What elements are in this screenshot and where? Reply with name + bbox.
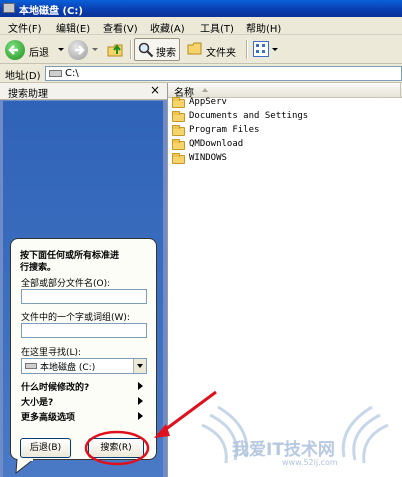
- dropdown-button[interactable]: [133, 359, 146, 373]
- filename-label: 全部或部分文件名(O):: [21, 279, 111, 289]
- back-dropdown-icon[interactable]: [58, 48, 64, 51]
- search-button[interactable]: 搜索: [134, 38, 180, 61]
- views-button[interactable]: [251, 39, 279, 60]
- phrase-input[interactable]: [21, 323, 147, 338]
- menu-file[interactable]: 文件(F): [8, 20, 42, 35]
- folders-icon: [187, 41, 203, 57]
- back-button[interactable]: 后退: [4, 39, 68, 60]
- drive-icon: [3, 3, 15, 13]
- folder-icon: [172, 139, 185, 150]
- annotation-overlay: [84, 390, 217, 466]
- highlight-circle: [84, 430, 150, 466]
- column-divider: [400, 83, 401, 97]
- file-name: QMDownload: [189, 139, 244, 149]
- bubble-tail: [15, 458, 35, 475]
- menu-view[interactable]: 查看(V): [103, 20, 138, 35]
- file-name: Documents and Settings: [189, 111, 309, 121]
- search-label: 搜索: [156, 48, 176, 59]
- list-item[interactable]: AppServ: [172, 97, 372, 110]
- option-advanced[interactable]: 更多高级选项: [21, 410, 75, 423]
- views-dropdown-icon: [272, 48, 278, 51]
- column-header-name[interactable]: 名称: [168, 83, 402, 99]
- address-label: 地址(D): [5, 71, 41, 82]
- address-value: C:\: [65, 68, 79, 79]
- look-in-select[interactable]: 本地磁盘 (C:): [21, 358, 147, 374]
- folder-icon: [172, 97, 185, 108]
- folder-icon: [172, 125, 185, 136]
- search-icon: [138, 42, 154, 58]
- option-modified[interactable]: 什么时候修改的?: [21, 380, 89, 393]
- search-pane-title: 搜索助理: [8, 89, 48, 100]
- toolbar: 后退 搜索 文件夹: [0, 35, 402, 64]
- list-item[interactable]: WINDOWS: [172, 153, 372, 166]
- menu-favorites[interactable]: 收藏(A): [150, 20, 185, 35]
- list-item[interactable]: QMDownload: [172, 139, 372, 152]
- look-in-label: 在这里寻找(L):: [21, 348, 82, 358]
- close-icon[interactable]: ×: [150, 83, 160, 97]
- chevron-down-icon: [137, 364, 143, 368]
- list-item[interactable]: Program Files: [172, 125, 372, 138]
- drive-icon: [49, 70, 62, 77]
- title-bar[interactable]: 本地磁盘 (C:): [0, 0, 402, 17]
- toolbar-separator: [246, 40, 248, 59]
- folders-label: 文件夹: [206, 48, 236, 59]
- forward-dropdown-icon[interactable]: [92, 48, 98, 51]
- list-item[interactable]: Documents and Settings: [172, 111, 372, 124]
- back-arrow-icon: [5, 40, 25, 60]
- look-in-value: 本地磁盘 (C:): [40, 363, 96, 373]
- back-label: 后退: [29, 48, 49, 59]
- window-title: 本地磁盘 (C:): [19, 6, 83, 17]
- sort-ascending-icon: [202, 88, 208, 92]
- menu-tools[interactable]: 工具(T): [200, 20, 234, 35]
- menu-help[interactable]: 帮助(H): [246, 20, 281, 35]
- file-name: AppServ: [189, 97, 227, 107]
- folder-icon: [172, 153, 185, 164]
- file-name: Program Files: [189, 125, 260, 135]
- up-folder-icon[interactable]: [106, 41, 126, 59]
- option-size[interactable]: 大小是?: [21, 395, 53, 408]
- forward-button[interactable]: [68, 39, 98, 60]
- folders-button[interactable]: 文件夹: [185, 39, 241, 60]
- address-bar: 地址(D) C:\: [0, 64, 402, 83]
- menu-bar: 文件(F) 编辑(E) 查看(V) 收藏(A) 工具(T) 帮助(H): [0, 17, 402, 35]
- toolbar-separator: [130, 40, 132, 59]
- views-icon: [253, 41, 269, 57]
- search-pane-header: 搜索助理 ×: [0, 83, 167, 100]
- forward-arrow-icon: [68, 40, 88, 60]
- pointer-arrow: [161, 390, 217, 434]
- intro-line-2: 行搜索。: [20, 263, 57, 273]
- file-name: WINDOWS: [189, 153, 227, 163]
- drive-icon: [25, 363, 37, 369]
- filename-input[interactable]: [21, 289, 147, 304]
- folder-icon: [172, 111, 185, 122]
- address-input[interactable]: C:\: [45, 66, 402, 81]
- phrase-label: 文件中的一个字或词组(W):: [21, 313, 130, 323]
- menu-edit[interactable]: 编辑(E): [56, 20, 90, 35]
